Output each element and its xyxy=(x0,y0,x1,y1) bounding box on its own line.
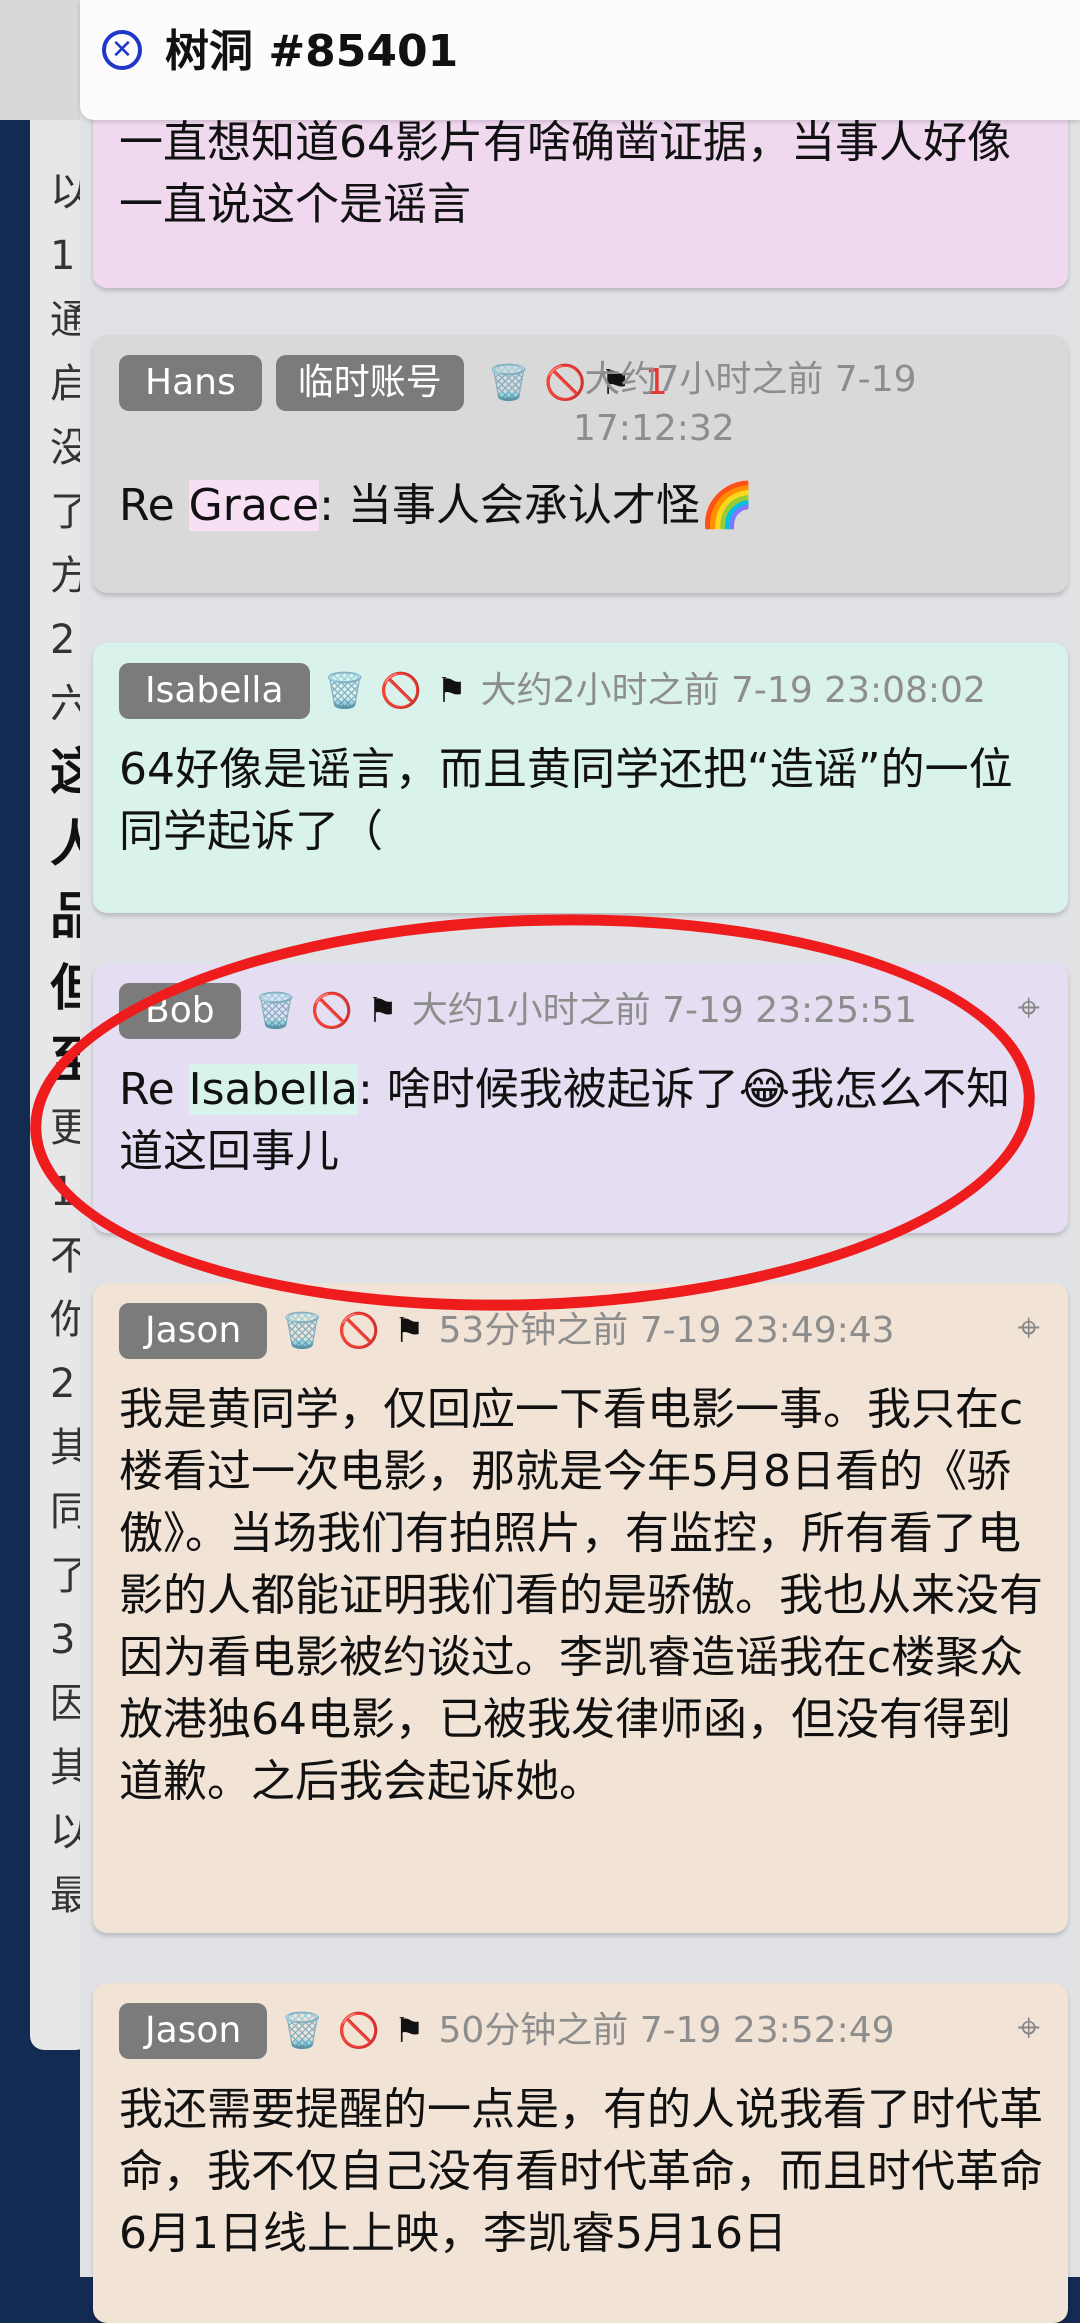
block-icon[interactable]: 🚫 xyxy=(338,2009,380,2053)
locate-icon[interactable]: ⌖ xyxy=(1017,1305,1040,1351)
comment-card[interactable]: Hans 临时账号 🗑️ 🚫 ⚑ 1 大约7小时之前 7-19 17:12:32 Re G… xyxy=(93,335,1068,593)
comment-meta: Jason 🗑️ 🚫 ⚑ 53分钟之前 7-19 23:49:43 xyxy=(119,1303,1042,1359)
background-header xyxy=(0,0,90,120)
trash-icon[interactable]: 🗑️ xyxy=(324,669,366,713)
close-icon[interactable]: ✕ xyxy=(102,30,142,70)
post-title: 树洞 #85401 xyxy=(165,26,459,77)
comment-text: 一直想知道64影片有啥确凿证据，当事人好像一直说这个是谣言 xyxy=(119,117,1011,230)
locate-icon[interactable]: ⌖ xyxy=(1017,2005,1040,2051)
comment-text: 我是黄同学，仅回应一下看电影一事。我只在c楼看过一次电影，那就是今年5月8日看的… xyxy=(119,1384,1043,1807)
comment-card[interactable]: Jason 🗑️ 🚫 ⚑ 50分钟之前 7-19 23:52:49 ⌖ 我还需要提醒的一… xyxy=(93,1983,1068,2323)
block-icon[interactable]: 🚫 xyxy=(380,669,422,713)
author-badge: Jason xyxy=(119,1303,268,1359)
author-badge: Jason xyxy=(119,2003,268,2059)
comment-card[interactable]: Isabella 🗑️ 🚫 ⚑ 大约2小时之前 7-19 23:08:02 64好像是谣… xyxy=(93,643,1068,913)
comment-card[interactable]: 一直想知道64影片有啥确凿证据，当事人好像一直说这个是谣言 xyxy=(93,100,1068,288)
author-badge: Isabella xyxy=(119,663,310,719)
timestamp: 大约2小时之前 7-19 23:08:02 xyxy=(480,670,986,711)
author-badge: Hans xyxy=(119,355,262,411)
trash-icon[interactable]: 🗑️ xyxy=(488,361,530,405)
temp-account-badge: 临时账号 xyxy=(275,355,464,411)
comment-meta: Jason 🗑️ 🚫 ⚑ 50分钟之前 7-19 23:52:49 xyxy=(119,2003,1042,2059)
flag-icon[interactable]: ⚑ xyxy=(394,1309,424,1353)
comment-card[interactable]: Jason 🗑️ 🚫 ⚑ 53分钟之前 7-19 23:49:43 ⌖ 我是黄同学，仅回… xyxy=(93,1283,1068,1933)
flag-icon[interactable]: ⚑ xyxy=(436,669,466,713)
comment-meta: Isabella 🗑️ 🚫 ⚑ 大约2小时之前 7-19 23:08:02 xyxy=(119,663,1042,719)
timestamp: 53分钟之前 7-19 23:49:43 xyxy=(438,1310,895,1351)
comment-text: 我还需要提醒的一点是，有的人说我看了时代革命，我不仅自己没有看时代革命，而且时代… xyxy=(119,2084,1043,2259)
flag-icon[interactable]: ⚑ xyxy=(394,2009,424,2053)
reply-target: Grace xyxy=(188,480,320,531)
top-bar: ✕ 树洞 #85401 xyxy=(80,0,1080,120)
comment-text: 64好像是谣言，而且黄同学还把“造谣”的一位同学起诉了（ xyxy=(119,744,1013,857)
trash-icon[interactable]: 🗑️ xyxy=(281,1309,323,1353)
locate-icon[interactable]: ⌖ xyxy=(1017,985,1040,1031)
block-icon[interactable]: 🚫 xyxy=(338,1309,380,1353)
timestamp: 大约7小时之前 7-19 17:12:32 xyxy=(573,359,917,449)
trash-icon[interactable]: 🗑️ xyxy=(281,2009,323,2053)
comment-text: Re Grace: 当事人会承认才怪🌈 xyxy=(119,480,755,531)
timestamp: 50分钟之前 7-19 23:52:49 xyxy=(438,2010,895,2051)
